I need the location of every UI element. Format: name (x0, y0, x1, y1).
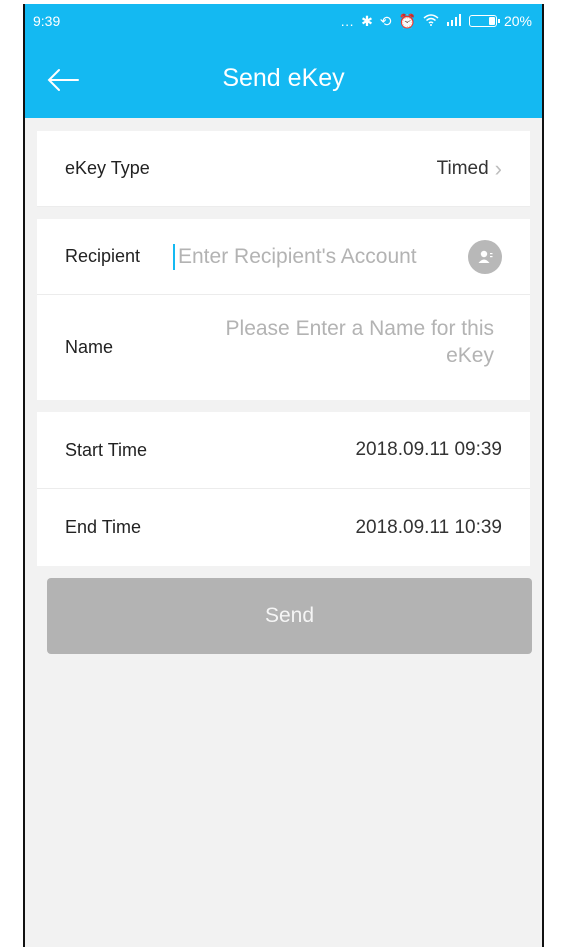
start-time-label: Start Time (65, 439, 148, 460)
name-label: Name (65, 337, 114, 357)
page-title: Send eKey (222, 64, 345, 92)
time-card: Start Time 2018.09.11 09:39 End Time 201… (37, 412, 530, 566)
chevron-right-icon: › (494, 155, 502, 181)
recipient-input[interactable] (173, 243, 460, 270)
battery-percent: 20% (503, 13, 532, 29)
status-icons: … ✱ ⟲ ⏰ 20% (340, 13, 532, 29)
contact-icon[interactable] (468, 239, 502, 274)
more-icon: … (340, 13, 355, 29)
app-frame: 9:39 … ✱ ⟲ ⏰ 20% Send eKey eKey Type Tim… (23, 4, 544, 947)
status-bar: 9:39 … ✱ ⟲ ⏰ 20% (25, 4, 542, 42)
rotation-lock-icon: ⟲ (379, 13, 392, 29)
ekey-type-value: Timed (436, 157, 489, 179)
recipient-label: Recipient (65, 246, 141, 266)
alarm-icon: ⏰ (398, 13, 416, 29)
start-time-value: 2018.09.11 09:39 (355, 439, 502, 460)
nav-bar: Send eKey (25, 42, 542, 118)
ekey-type-row[interactable]: eKey Type Timed › (37, 131, 530, 207)
app-header: 9:39 … ✱ ⟲ ⏰ 20% Send eKey (25, 4, 542, 118)
start-time-row[interactable]: Start Time 2018.09.11 09:39 (37, 412, 530, 489)
recipient-card: Recipient Name (37, 219, 530, 400)
battery-icon (468, 15, 500, 27)
wifi-icon (423, 13, 439, 29)
name-row: Name (37, 295, 530, 400)
ekey-type-label: eKey Type (65, 158, 150, 178)
send-button[interactable]: Send (47, 578, 532, 654)
status-time: 9:39 (33, 13, 61, 29)
name-input[interactable] (184, 314, 494, 381)
bluetooth-icon: ✱ (361, 13, 373, 29)
recipient-row: Recipient (37, 219, 530, 295)
signal-icon (446, 13, 462, 29)
end-time-label: End Time (65, 517, 142, 537)
end-time-value: 2018.09.11 10:39 (355, 516, 502, 538)
end-time-row[interactable]: End Time 2018.09.11 10:39 (37, 489, 530, 566)
